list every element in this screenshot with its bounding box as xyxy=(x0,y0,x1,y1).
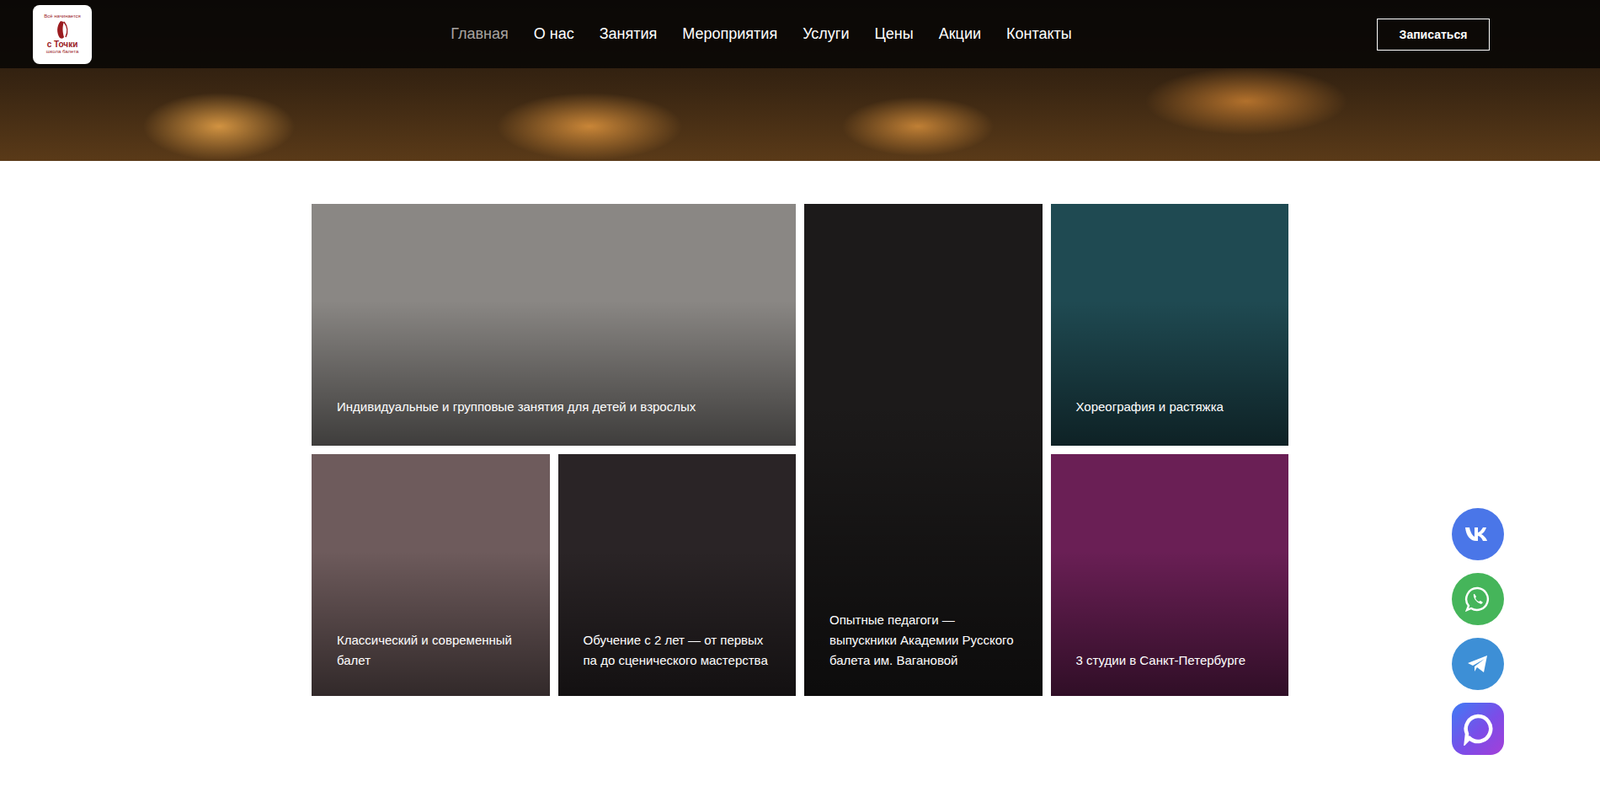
main-nav: Главная О нас Занятия Мероприятия Услуги Цены… xyxy=(450,25,1072,43)
card-caption: Классический и современный балет xyxy=(311,629,550,696)
whatsapp-button[interactable] xyxy=(1451,572,1504,625)
logo-text: школа балета xyxy=(46,48,80,55)
feature-card[interactable]: Индивидуальные и групповые занятия для д… xyxy=(311,203,796,446)
card-caption: Обучение с 2 лет — от первых па до сцени… xyxy=(558,629,797,696)
logo[interactable]: Всё начинается с Точкишкола балета xyxy=(32,5,92,64)
nav-item[interactable]: О нас xyxy=(533,25,575,43)
telegram-button[interactable] xyxy=(1451,637,1504,690)
nav-item[interactable]: Цены xyxy=(874,25,914,43)
nav-item[interactable]: Занятия xyxy=(599,25,658,43)
card-caption: Индивидуальные и групповые занятия для д… xyxy=(311,396,718,446)
logo-text: Всё начинается xyxy=(43,13,81,20)
telegram-icon xyxy=(1464,650,1492,678)
feature-card[interactable]: Классический и современный балет xyxy=(311,453,550,696)
page: Всё начинается с Точкишкола балета Главна… xyxy=(0,0,1600,792)
vk-icon xyxy=(1464,525,1492,543)
hero-banner: Всё начинается с Точкишкола балета Главна… xyxy=(0,0,1600,161)
nav-item[interactable]: Услуги xyxy=(802,25,849,43)
whatsapp-icon xyxy=(1464,585,1492,613)
nav-item[interactable]: Главная xyxy=(450,25,509,43)
signup-button[interactable]: Записаться xyxy=(1376,18,1490,51)
feature-card[interactable]: Хореография и растяжка xyxy=(1050,203,1290,446)
feature-gallery: Индивидуальные и групповые занятия для д… xyxy=(311,203,1289,696)
feature-card[interactable]: Обучение с 2 лет — от первых па до сцени… xyxy=(558,453,797,696)
logo-text: с Точки xyxy=(47,39,79,49)
nav-item[interactable]: Контакты xyxy=(1006,25,1072,43)
pointe-shoe-icon xyxy=(53,19,71,40)
max-messenger-button[interactable] xyxy=(1451,702,1504,755)
nav-item[interactable]: Акции xyxy=(938,25,982,43)
card-caption: 3 студии в Санкт-Петербурге xyxy=(1050,650,1269,696)
nav-item[interactable]: Мероприятия xyxy=(682,25,778,43)
social-buttons xyxy=(1451,507,1504,755)
feature-card[interactable]: Опытные педагоги — выпускники Академии Р… xyxy=(804,203,1043,696)
feature-card[interactable]: 3 студии в Санкт-Петербурге xyxy=(1050,453,1290,696)
card-caption: Опытные педагоги — выпускники Академии Р… xyxy=(804,609,1043,696)
header: Всё начинается с Точкишкола балета Главна… xyxy=(0,0,1600,69)
chat-bubble-icon xyxy=(1461,711,1495,746)
vk-button[interactable] xyxy=(1451,507,1504,560)
card-caption: Хореография и растяжка xyxy=(1050,396,1246,446)
